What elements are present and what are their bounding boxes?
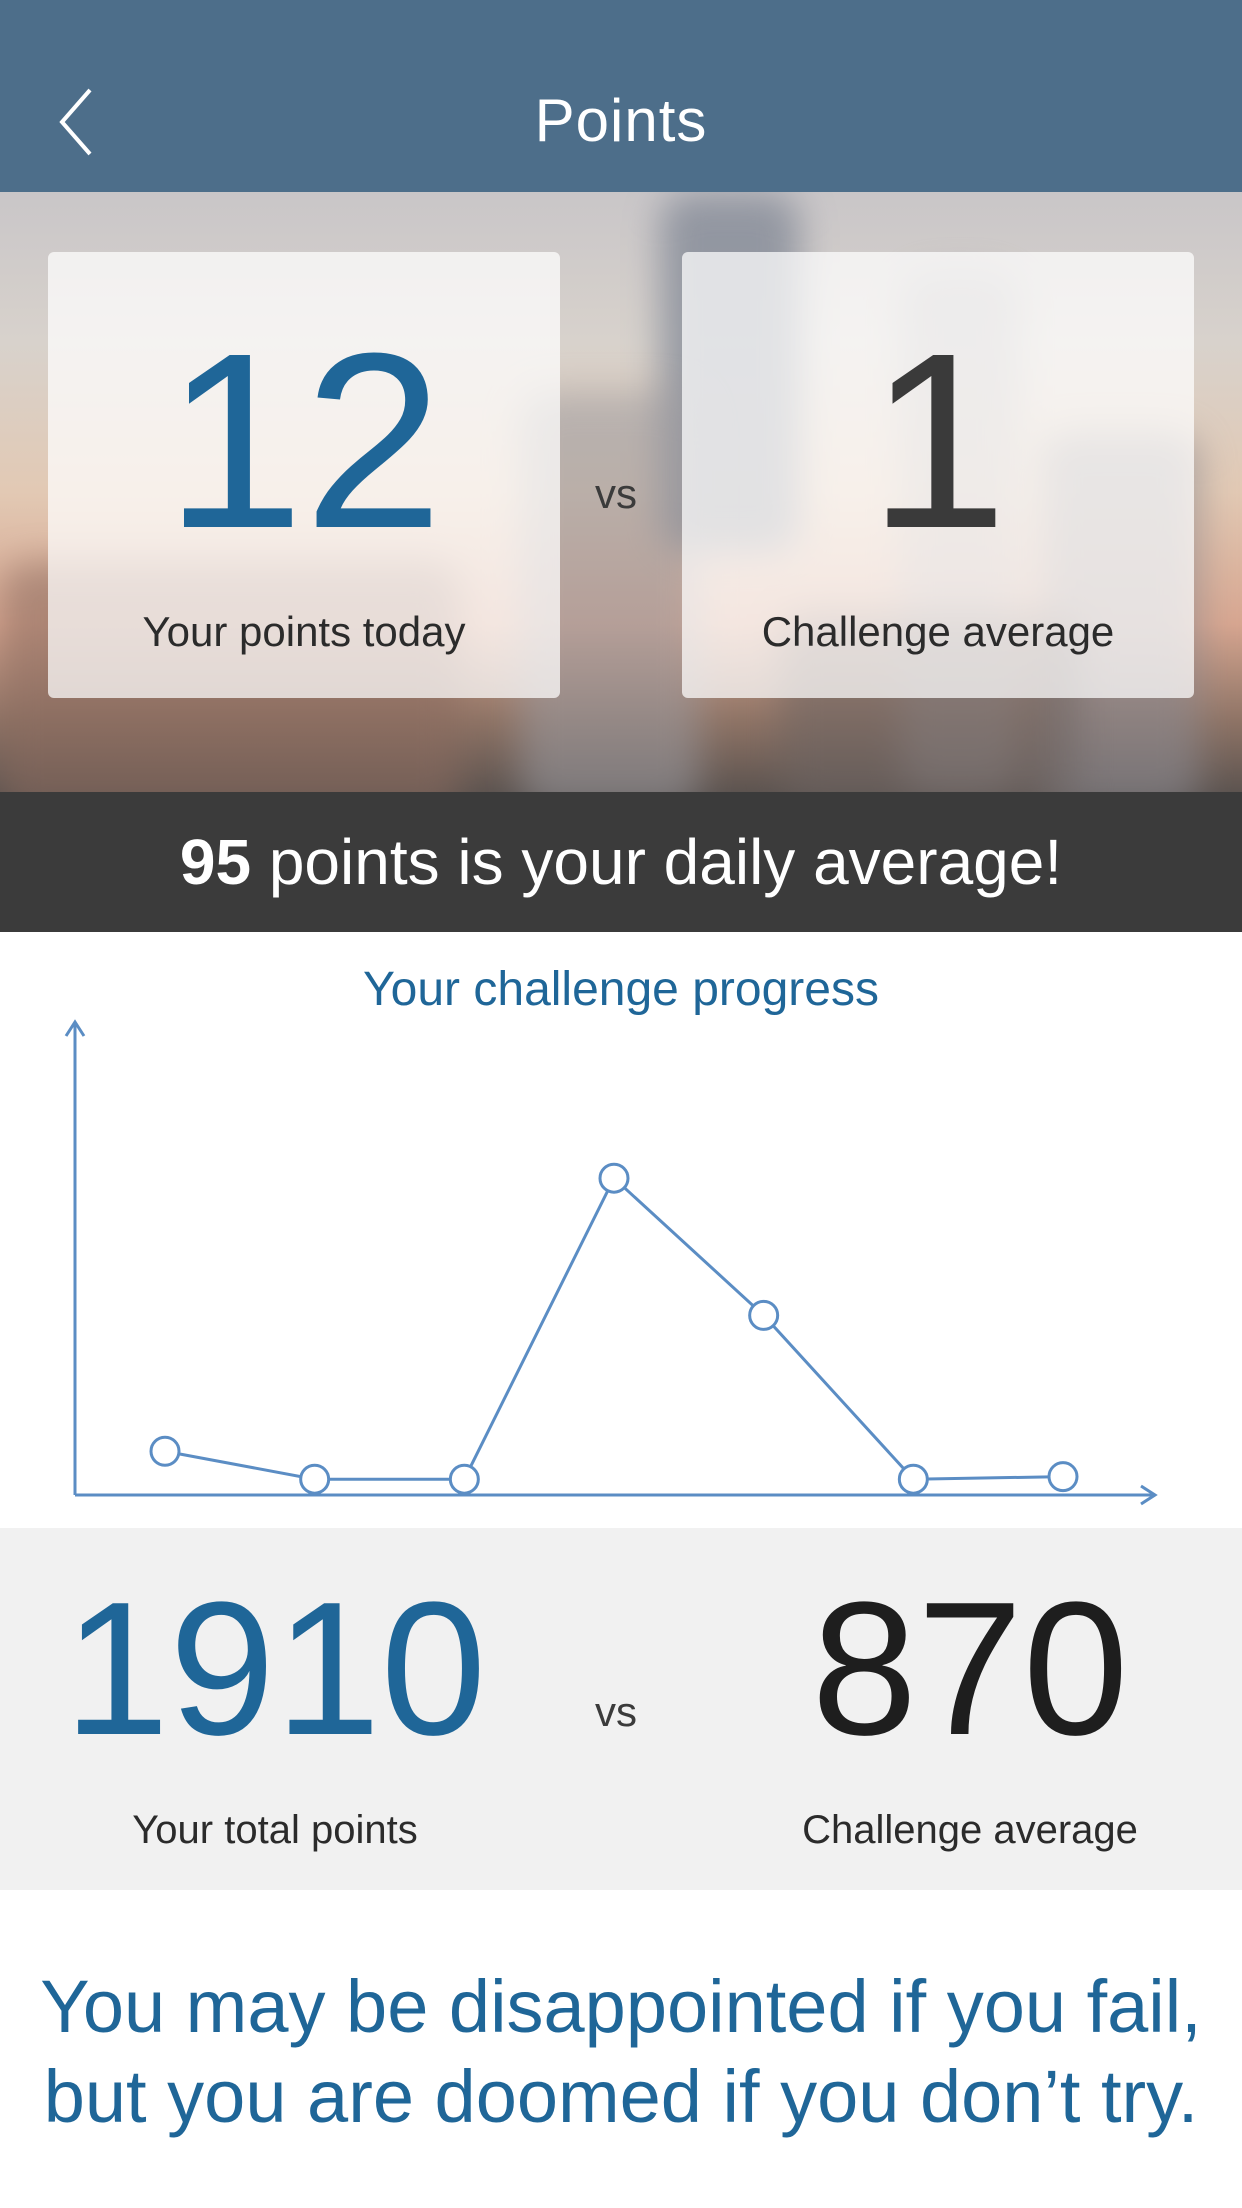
data-point	[748, 1299, 780, 1331]
page-title: Points	[534, 87, 708, 154]
challenge-average-total-value: 870	[811, 1563, 1129, 1775]
series-line	[164, 1175, 1064, 1481]
data-point	[299, 1463, 331, 1495]
quote-line-2: but you are doomed if you don’t try.	[43, 2055, 1199, 2138]
your-total-points-value: 1910	[63, 1563, 487, 1775]
vs-label: vs	[595, 470, 637, 517]
daily-average-text: points is your daily average!	[251, 826, 1063, 898]
challenge-average-today-label: Challenge average	[761, 608, 1115, 655]
today-comparison-section: 12 Your points today vs 1 Challenge aver…	[0, 192, 1242, 792]
your-points-today-card: 12 Your points today	[48, 252, 560, 698]
app-header: Points	[0, 0, 1242, 192]
vs-label: vs	[595, 1688, 637, 1735]
chart-title: Your challenge progress	[363, 963, 879, 1016]
data-point	[897, 1463, 929, 1495]
your-points-today-value: 12	[164, 301, 444, 580]
progress-chart	[64, 1019, 1158, 1506]
data-point	[149, 1435, 181, 1467]
data-point	[1047, 1461, 1079, 1493]
challenge-average-total-label: Challenge average	[802, 1808, 1138, 1852]
daily-average-value: 95	[179, 826, 252, 898]
quote-line-1: You may be disappointed if you fail,	[40, 1965, 1202, 2048]
motivational-quote: You may be disappointed if you fail, but…	[20, 1962, 1222, 2142]
data-point	[598, 1162, 630, 1194]
challenge-average-today-card: 1 Challenge average	[682, 252, 1194, 698]
daily-average-banner: 95 points is your daily average!	[0, 792, 1242, 932]
your-total-points-label: Your total points	[132, 1808, 418, 1852]
data-point	[448, 1463, 480, 1495]
your-points-today-label: Your points today	[142, 608, 466, 655]
challenge-average-today-value: 1	[868, 301, 1008, 580]
totals-section: 1910 vs 870 Your total points Challenge …	[0, 1528, 1242, 1890]
